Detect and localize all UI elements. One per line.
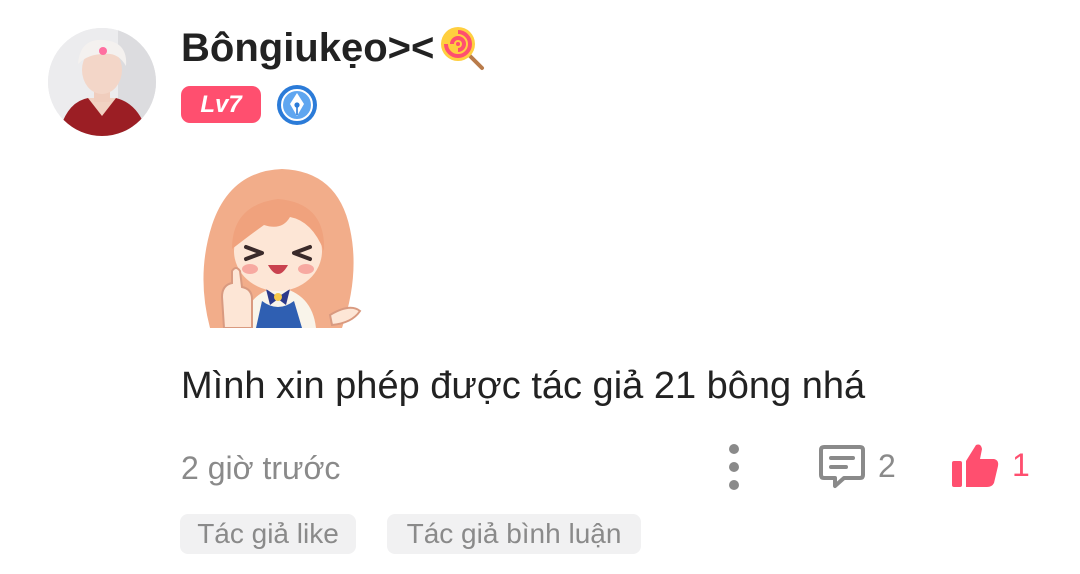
- level-badge: Lv7: [181, 86, 261, 123]
- more-dot-icon: [729, 462, 739, 472]
- like-button[interactable]: 1: [950, 441, 1030, 489]
- anime-girl-sticker: [190, 165, 365, 329]
- lollipop-icon: [436, 22, 488, 74]
- reply-button[interactable]: 2: [818, 443, 896, 489]
- avatar-image: [48, 28, 156, 136]
- tag-author-liked: Tác giả like: [180, 514, 356, 554]
- more-dot-icon: [729, 444, 739, 454]
- comment-icon: [819, 445, 865, 488]
- username-text: Bôngiukẹo><: [181, 25, 435, 70]
- tag-author-commented: Tác giả bình luận: [387, 514, 641, 554]
- thumbs-up-icon: [952, 444, 999, 487]
- comment-time: 2 giờ trước: [181, 450, 341, 486]
- pen-badge-icon: [276, 84, 318, 126]
- reply-count: 2: [878, 447, 896, 484]
- more-options-button[interactable]: [718, 444, 750, 490]
- username[interactable]: Bôngiukẹo><: [181, 22, 488, 74]
- like-count: 1: [1012, 446, 1030, 483]
- comment-text: Mình xin phép được tác giả 21 bông nhá: [181, 365, 866, 407]
- avatar[interactable]: [48, 28, 156, 136]
- more-dot-icon: [729, 480, 739, 490]
